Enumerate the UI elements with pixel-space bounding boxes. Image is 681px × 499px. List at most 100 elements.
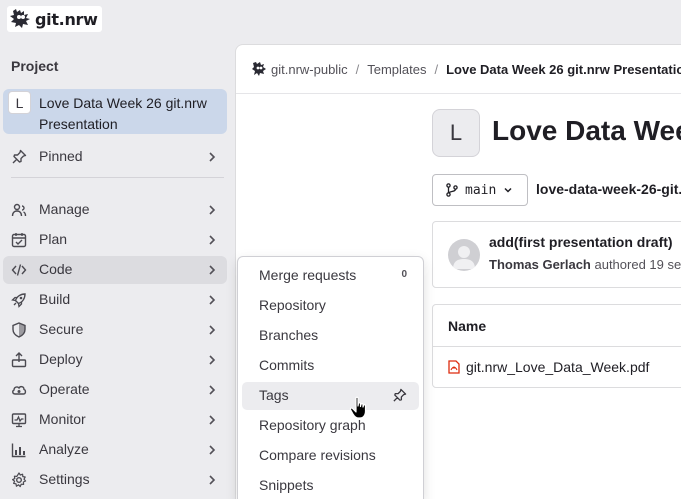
branch-name: main (465, 182, 497, 198)
menu-item-label: Snippets (259, 477, 314, 493)
sidebar-item-label: Plan (39, 231, 68, 247)
menu-item-label: Repository (259, 297, 326, 313)
sidebar-item-code[interactable]: Code (3, 256, 227, 284)
sidebar-item-monitor[interactable]: Monitor (3, 406, 227, 434)
hand-pointer-cursor-icon (349, 396, 367, 419)
commit-meta: Thomas Gerlach authored 19 seconds ago (489, 257, 681, 272)
chevron-right-icon (209, 235, 216, 245)
sidebar-item-label: Secure (39, 321, 84, 337)
page-title: Love Data Week 26 git.nrw Presentation (492, 115, 681, 146)
sidebar-item-label: Pinned (39, 148, 83, 164)
repo-avatar: L (432, 109, 480, 157)
sidebar-item-analyze[interactable]: Analyze (3, 436, 227, 464)
code-icon (11, 264, 27, 276)
table-header: Name (433, 305, 681, 347)
menu-item-label: Compare revisions (259, 447, 376, 463)
chevron-right-icon (209, 475, 216, 485)
sidebar-item-manage[interactable]: Manage (3, 196, 227, 224)
code-flyout-menu: Merge requests 0 Repository Branches Com… (237, 256, 424, 499)
avatar[interactable] (448, 239, 480, 271)
sidebar-item-label: Analyze (39, 441, 89, 457)
breadcrumb-subgroup-link[interactable]: Templates (367, 62, 426, 77)
menu-item-repository[interactable]: Repository (242, 292, 419, 320)
sidebar: Project L Love Data Week 26 git.nrw Pres… (0, 44, 235, 499)
sidebar-item-label: Monitor (39, 411, 86, 427)
sidebar-item-label: Deploy (39, 351, 83, 367)
table-row[interactable]: git.nrw_Love_Data_Week.pdf (448, 359, 649, 375)
breadcrumb-separator: / (355, 61, 360, 77)
file-name[interactable]: git.nrw_Love_Data_Week.pdf (466, 359, 649, 375)
sidebar-item-label: Operate (39, 381, 90, 397)
menu-item-label: Branches (259, 327, 319, 343)
logo-mascot-icon (10, 9, 30, 28)
monitor-icon (11, 413, 27, 428)
sidebar-item-label: Manage (39, 201, 90, 217)
menu-item-label: Tags (259, 387, 289, 403)
menu-item-repository-graph[interactable]: Repository graph (242, 412, 419, 440)
user-avatar-icon (453, 246, 475, 269)
branch-selector[interactable]: main (432, 174, 528, 206)
menu-item-compare-revisions[interactable]: Compare revisions (242, 442, 419, 470)
sidebar-item-label: Build (39, 291, 71, 307)
project-name: Love Data Week 26 git.nrw Presentation (39, 95, 207, 132)
calendar-check-icon (11, 233, 27, 248)
project-avatar: L (8, 91, 31, 114)
chevron-right-icon (209, 355, 216, 365)
menu-item-merge-requests[interactable]: Merge requests 0 (242, 262, 419, 290)
chart-icon (11, 443, 26, 458)
count-badge: 0 (401, 269, 407, 280)
sidebar-item-label: Code (39, 261, 73, 277)
chevron-right-icon (209, 205, 216, 215)
rocket-icon (11, 293, 26, 308)
sidebar-item-build[interactable]: Build (3, 286, 227, 314)
sidebar-divider (11, 177, 224, 178)
commit-author[interactable]: Thomas Gerlach (489, 257, 591, 272)
thumbtack-icon[interactable] (392, 388, 407, 403)
sidebar-item-secure[interactable]: Secure (3, 316, 227, 344)
menu-item-snippets[interactable]: Snippets (242, 472, 419, 499)
column-header-name: Name (448, 318, 487, 334)
sidebar-item-settings[interactable]: Settings (3, 466, 227, 494)
pdf-file-icon (448, 360, 460, 374)
chevron-right-icon (209, 325, 216, 335)
logo-text: git.nrw (35, 9, 98, 29)
sidebar-item-plan[interactable]: Plan (3, 226, 227, 254)
group-avatar-icon (252, 62, 266, 76)
menu-item-label: Commits (259, 357, 315, 373)
sidebar-item-deploy[interactable]: Deploy (3, 346, 227, 374)
top-bar: git.nrw (0, 0, 681, 44)
chevron-right-icon (209, 445, 216, 455)
breadcrumb-separator: / (434, 61, 439, 77)
sidebar-item-operate[interactable]: Operate (3, 376, 227, 404)
branch-icon (446, 183, 458, 197)
chevron-right-icon (209, 152, 216, 162)
breadcrumb-group-link[interactable]: git.nrw-public (271, 62, 348, 77)
menu-item-branches[interactable]: Branches (242, 322, 419, 350)
breadcrumb: git.nrw-public / Templates / Love Data W… (251, 61, 681, 77)
shield-icon (12, 322, 26, 338)
breadcrumb-current[interactable]: Love Data Week 26 git.nrw Presentation (446, 62, 681, 77)
commit-time: authored 19 seconds ago (594, 257, 681, 272)
chevron-right-icon (209, 295, 216, 305)
sidebar-item-pinned[interactable]: Pinned (3, 143, 227, 171)
logo[interactable]: git.nrw (7, 6, 102, 32)
commit-message[interactable]: add(first presentation draft) (489, 234, 673, 250)
file-table: Name git.nrw_Love_Data_Week.pdf (432, 304, 681, 388)
menu-item-tags[interactable]: Tags (242, 382, 419, 410)
menu-item-commits[interactable]: Commits (242, 352, 419, 380)
sidebar-project-item[interactable]: L Love Data Week 26 git.nrw Presentation (3, 89, 227, 134)
cloud-gear-icon (12, 385, 27, 395)
breadcrumb-divider (236, 93, 681, 94)
sidebar-item-label: Settings (39, 471, 90, 487)
menu-item-label: Merge requests (259, 267, 357, 283)
sidebar-section-title: Project (11, 58, 59, 74)
gear-icon (12, 472, 27, 488)
chevron-right-icon (209, 385, 216, 395)
last-commit-panel: add(first presentation draft) Thomas Ger… (432, 221, 681, 288)
deploy-icon (11, 352, 27, 368)
repo-path[interactable]: love-data-week-26-git.nrw-presentation (536, 181, 681, 197)
briefcase-icon (11, 203, 27, 217)
thumbtack-icon (12, 149, 27, 164)
chevron-right-icon (209, 415, 216, 425)
chevron-right-icon (209, 265, 216, 275)
